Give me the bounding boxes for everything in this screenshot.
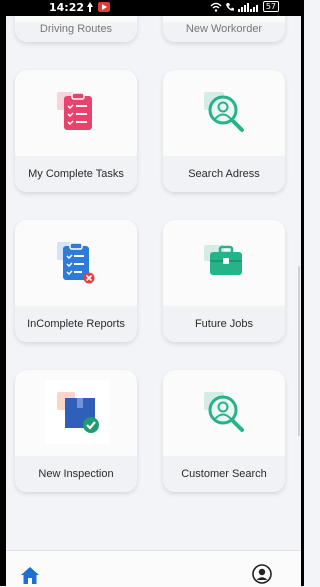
tile-label: InComplete Reports (15, 306, 137, 342)
user-search-icon (204, 392, 244, 432)
call-icon (225, 2, 234, 11)
briefcase-icon (204, 245, 242, 275)
tile-label: New Inspection (15, 456, 137, 492)
tile-search-adress[interactable]: Search Adress (163, 70, 285, 192)
youtube-icon (98, 2, 110, 12)
tile-new-inspection[interactable]: New Inspection (15, 370, 137, 492)
signal-icon (237, 2, 258, 12)
home-icon[interactable] (20, 565, 40, 585)
tile-label: My Complete Tasks (15, 156, 137, 192)
tile-label: Driving Routes (15, 22, 137, 42)
scrollbar[interactable] (298, 266, 300, 436)
screen-frame-right (301, 0, 304, 586)
tile-customer-search[interactable]: Customer Search (163, 370, 285, 492)
bottom-nav (6, 550, 301, 587)
tile-new-workorder[interactable]: New Workorder (163, 16, 285, 42)
profile-icon[interactable] (252, 564, 272, 584)
tile-grid: Driving Routes New Workorder My Complete… (6, 16, 301, 550)
user-search-icon (204, 92, 244, 132)
status-left-icons (86, 2, 110, 12)
status-time: 14:22 (49, 1, 85, 14)
tile-label: Search Adress (163, 156, 285, 192)
status-right-icons: 57 (210, 1, 279, 12)
tile-future-jobs[interactable]: Future Jobs (163, 220, 285, 342)
package-check-icon (45, 380, 109, 444)
tile-driving-routes[interactable]: Driving Routes (15, 16, 137, 42)
status-bar: 14:22 57 (6, 0, 301, 16)
tile-my-complete-tasks[interactable]: My Complete Tasks (15, 70, 137, 192)
tile-incomplete-reports[interactable]: InComplete Reports (15, 220, 137, 342)
battery-indicator: 57 (262, 1, 279, 12)
tile-label: Future Jobs (163, 306, 285, 342)
wifi-icon (210, 2, 222, 12)
tile-label: New Workorder (163, 22, 285, 42)
notification-icon (87, 2, 93, 12)
tile-label: Customer Search (163, 456, 285, 492)
clipboard-check-icon (57, 92, 92, 130)
clipboard-x-icon (57, 242, 95, 284)
